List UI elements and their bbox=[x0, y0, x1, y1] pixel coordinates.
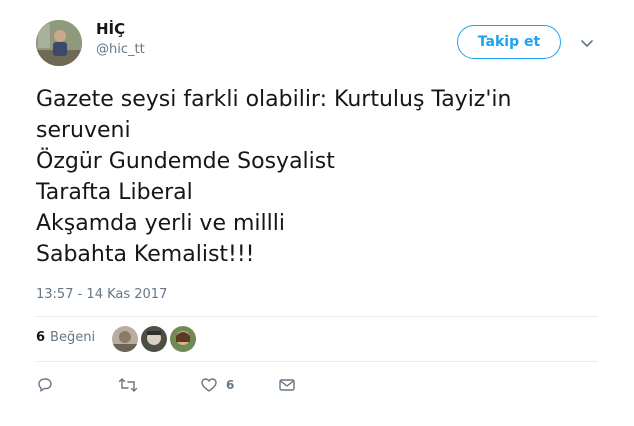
tweet-line: Akşamda yerli ve millli bbox=[36, 211, 285, 236]
user-handle[interactable]: @hic_tt bbox=[96, 42, 145, 57]
liker-avatar[interactable] bbox=[112, 326, 138, 352]
tweet-line: Tarafta Liberal bbox=[36, 180, 193, 205]
reply-button[interactable] bbox=[36, 376, 54, 394]
liker-avatars bbox=[112, 326, 199, 352]
tweet-text: Gazete seysi farkli olabilir: Kurtuluş T… bbox=[36, 84, 596, 270]
retweet-icon bbox=[118, 378, 138, 392]
tweet-line: Sabahta Kemalist!!! bbox=[36, 242, 255, 267]
follow-button[interactable]: Takip et bbox=[457, 25, 561, 59]
avatar[interactable] bbox=[36, 20, 82, 66]
divider bbox=[36, 316, 598, 317]
likes-label: Beğeni bbox=[50, 330, 96, 345]
like-button[interactable]: 6 bbox=[200, 376, 234, 394]
tweet-line: Özgür Gundemde Sosyalist bbox=[36, 149, 335, 174]
retweet-button[interactable] bbox=[118, 376, 138, 394]
message-button[interactable] bbox=[278, 376, 296, 394]
likes-summary[interactable]: 6 Beğeni bbox=[36, 330, 95, 345]
tweet-line: seruveni bbox=[36, 118, 131, 143]
divider bbox=[36, 361, 598, 362]
tweet-line: Gazete seysi farkli olabilir: Kurtuluş T… bbox=[36, 87, 512, 112]
avatar-image bbox=[36, 20, 82, 66]
envelope-icon bbox=[279, 379, 295, 391]
chevron-down-icon[interactable] bbox=[578, 34, 596, 52]
likes-count: 6 bbox=[36, 330, 46, 345]
tweet-timestamp[interactable]: 13:57 - 14 Kas 2017 bbox=[36, 287, 167, 302]
liker-avatar[interactable] bbox=[170, 326, 196, 352]
liker-avatar[interactable] bbox=[141, 326, 167, 352]
like-count: 6 bbox=[226, 378, 235, 392]
display-name[interactable]: HİÇ bbox=[96, 20, 125, 38]
heart-icon bbox=[201, 378, 217, 392]
reply-icon bbox=[38, 378, 52, 392]
